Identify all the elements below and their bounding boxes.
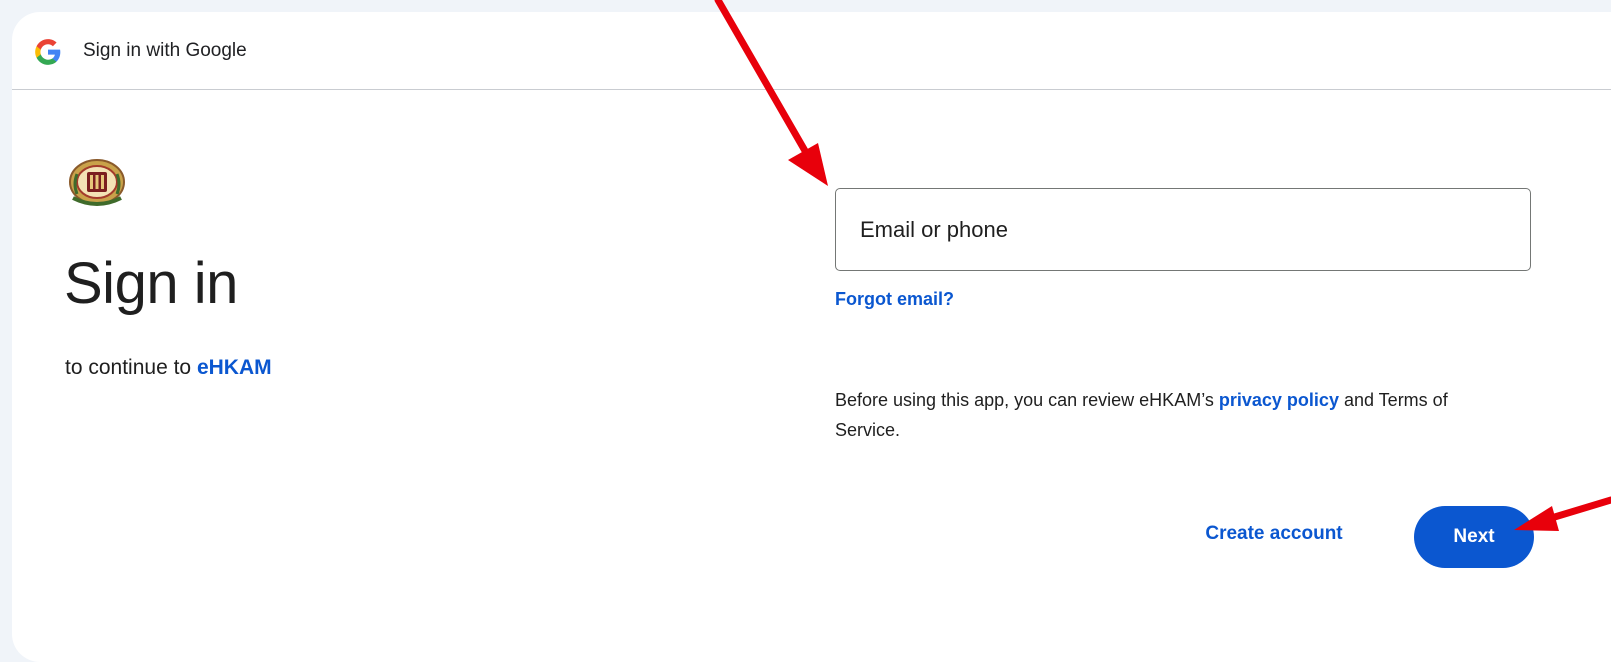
privacy-notice: Before using this app, you can review eH… [835,385,1515,445]
email-or-phone-input[interactable] [836,189,1530,270]
privacy-policy-link[interactable]: privacy policy [1219,390,1339,410]
email-field-container[interactable] [835,188,1531,271]
header-title: Sign in with Google [83,40,247,61]
next-button[interactable]: Next [1414,506,1534,568]
create-account-button[interactable]: Create account [1184,506,1364,562]
subtitle-prefix: to continue to [65,356,192,379]
header: Sign in with Google [12,12,1611,90]
policy-text-before: Before using this app, you can review eH… [835,390,1214,410]
ehkam-crest-icon [69,159,125,206]
sign-in-card: Sign in with Google Sign in to continue … [12,12,1611,662]
forgot-email-link[interactable]: Forgot email? [835,289,954,310]
page-title: Sign in [64,251,238,316]
google-g-icon [35,39,61,65]
app-name-link[interactable]: eHKAM [197,356,272,379]
continue-to-text: to continue to eHKAM [65,356,272,380]
